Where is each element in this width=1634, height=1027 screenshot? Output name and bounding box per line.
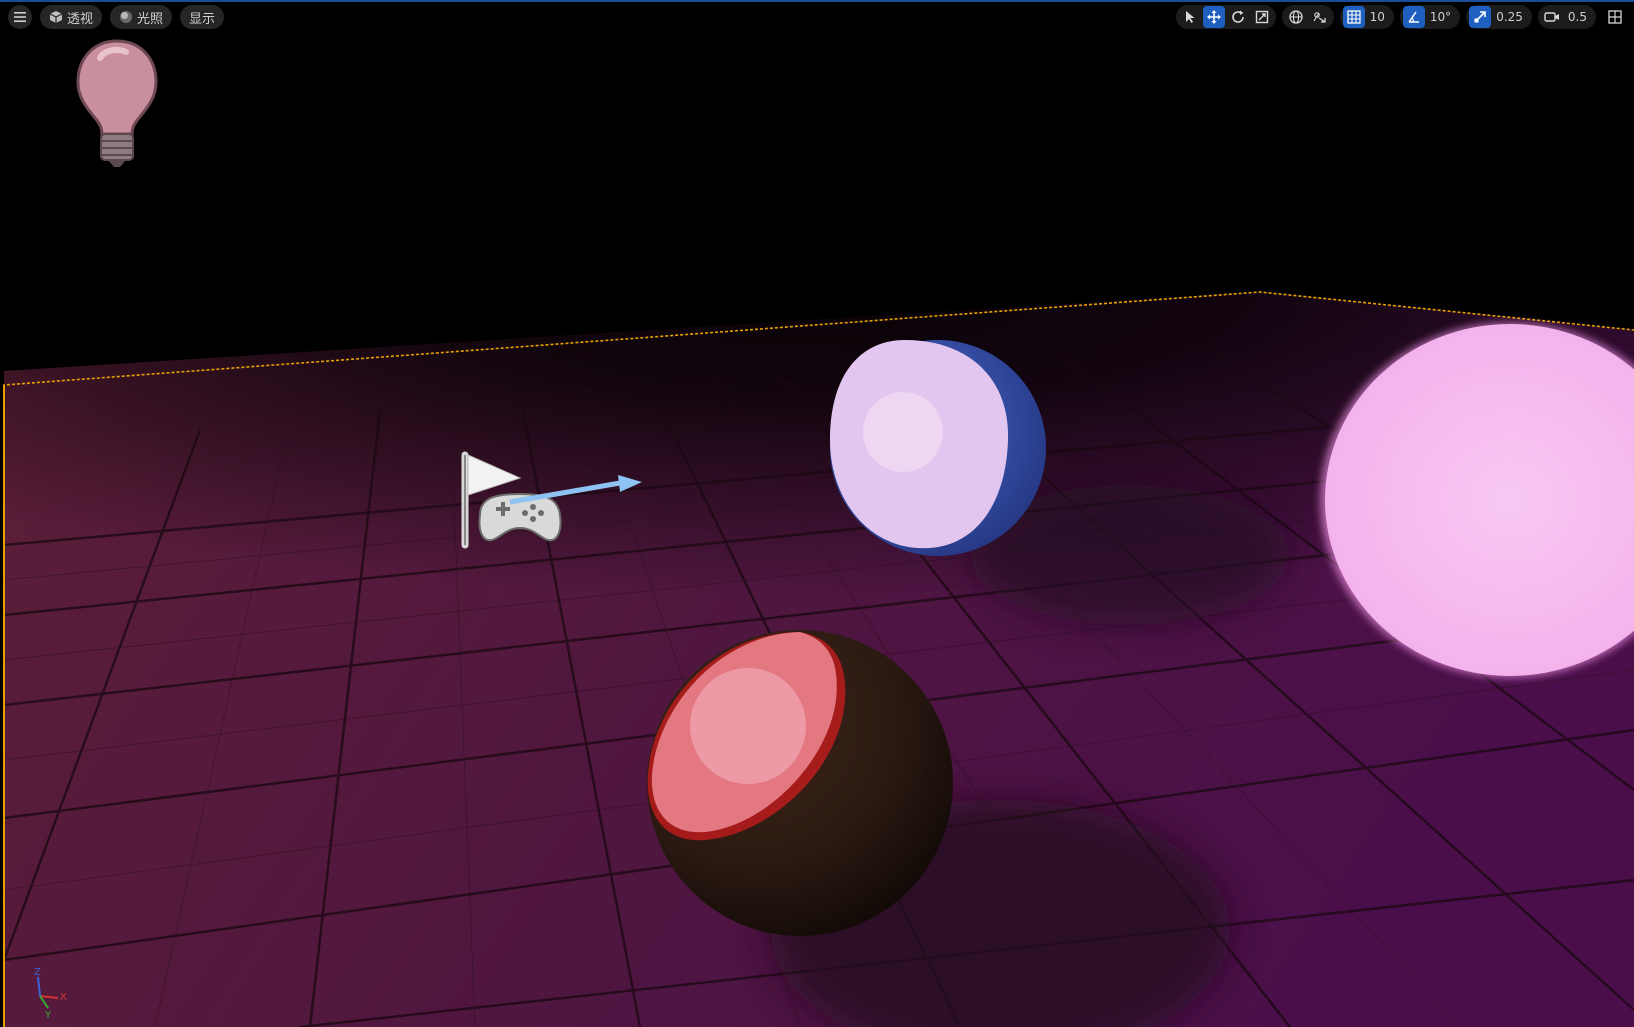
show-flags-button[interactable]: 显示 (180, 5, 225, 29)
camera-speed-group[interactable]: 0.5 (1537, 5, 1596, 29)
surface-snap-icon (1313, 12, 1326, 23)
view-mode-button[interactable]: 透视 (40, 5, 103, 29)
cube-icon (49, 11, 63, 23)
lighting-mode-button[interactable]: 光照 (110, 5, 173, 29)
viewport-menu-button[interactable] (8, 5, 32, 29)
cursor-icon (1185, 11, 1195, 23)
camera-speed-value[interactable]: 0.5 (1565, 10, 1593, 24)
light-bulb-icon[interactable] (76, 39, 158, 167)
hamburger-icon (14, 12, 26, 22)
rotation-snap-group[interactable]: 10° (1399, 5, 1461, 29)
transform-toolbar: 10 10° 0.25 0.5 (1175, 5, 1628, 29)
world-local-button[interactable] (1285, 6, 1307, 28)
show-flags-label: 显示 (189, 11, 216, 27)
sphere-icon (120, 11, 133, 23)
axis-z-label: Z (34, 967, 41, 978)
rotation-snap-value[interactable]: 10° (1427, 10, 1457, 24)
level-viewport[interactable]: X Y Z 透视 光照 显示 10 10° 0.25 0.5 (0, 0, 1634, 1027)
globe-icon (1288, 10, 1303, 24)
viewport-layout-button[interactable] (1602, 5, 1628, 29)
view-mode-label: 透视 (67, 11, 94, 27)
angle-icon (1408, 11, 1419, 23)
select-tool-button[interactable] (1179, 6, 1201, 28)
grid-icon (1346, 10, 1361, 24)
axis-x-label: X (60, 992, 67, 1003)
rotation-snap-toggle[interactable] (1402, 6, 1425, 28)
scale-snap-value[interactable]: 0.25 (1493, 10, 1529, 24)
scale-icon (1255, 10, 1268, 24)
scale-tool-button[interactable] (1251, 6, 1273, 28)
sphere-lilac-blue[interactable] (830, 340, 1046, 556)
scale-snap-toggle[interactable] (1469, 6, 1492, 28)
sphere-red-dark[interactable] (647, 630, 953, 936)
translate-tool-button[interactable] (1202, 6, 1225, 28)
camera-icon (1544, 12, 1559, 22)
layout-icon (1608, 10, 1622, 24)
coordinate-group (1281, 5, 1334, 29)
viewport-options-bar: 透视 光照 显示 (8, 5, 225, 29)
grid-snap-value[interactable]: 10 (1367, 10, 1391, 24)
surface-snap-button[interactable] (1309, 6, 1331, 28)
scene-render[interactable]: X Y Z (0, 0, 1634, 1027)
scale-snap-group[interactable]: 0.25 (1466, 5, 1532, 29)
axis-y-label: Y (44, 1010, 52, 1021)
transform-tools-group (1175, 5, 1276, 29)
camera-speed-button[interactable] (1541, 6, 1563, 28)
move-icon (1206, 10, 1221, 24)
grid-snap-toggle[interactable] (1342, 6, 1365, 28)
rotate-tool-button[interactable] (1227, 6, 1249, 28)
lighting-mode-label: 光照 (137, 11, 164, 27)
scale-snap-icon (1474, 11, 1486, 23)
viewport-focus-border (0, 0, 1634, 2)
grid-snap-group[interactable]: 10 (1339, 5, 1394, 29)
rotate-icon (1231, 10, 1244, 23)
